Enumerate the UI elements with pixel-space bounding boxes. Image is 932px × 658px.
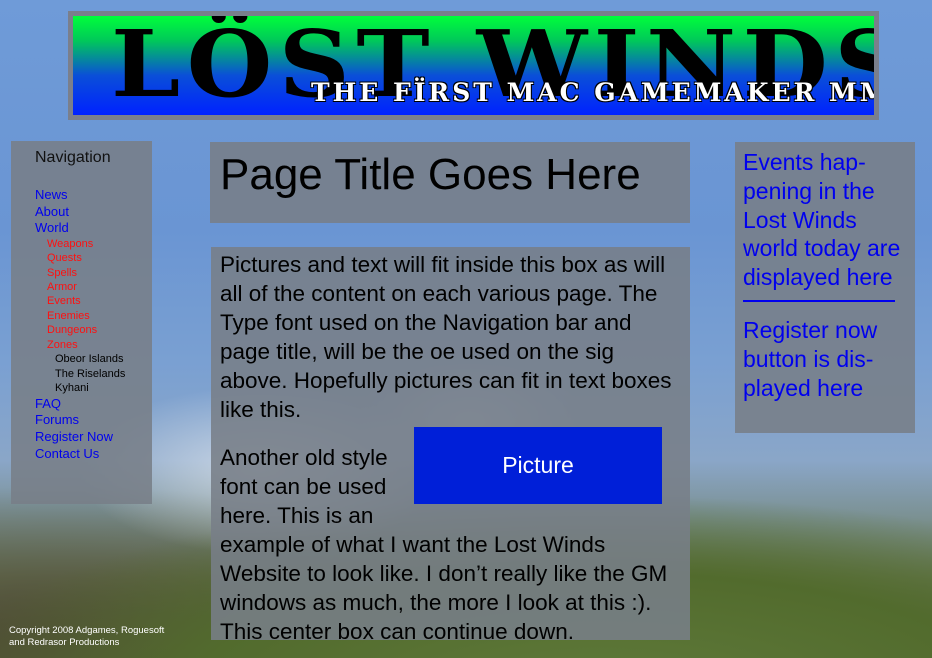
nav-link-register[interactable]: Register Now (35, 429, 152, 446)
content-box: Pictures and text will fit inside this b… (211, 247, 690, 644)
nav-sublink-quests[interactable]: Quests (35, 251, 152, 265)
page-title: Page Title Goes Here (220, 150, 641, 199)
picture-placeholder: Picture (414, 427, 662, 505)
nav-link-contact[interactable]: Contact Us (35, 446, 152, 463)
nav-sublink-armor[interactable]: Armor (35, 280, 152, 294)
events-text: Events hap-pening in the Lost Winds worl… (743, 149, 901, 291)
nav-link-news[interactable]: News (35, 187, 152, 204)
register-placeholder-text: Register now button is dis-played here (743, 316, 878, 401)
navigation-panel: Navigation News About World Weapons Ques… (11, 141, 152, 504)
nav-zone-kyhani[interactable]: Kyhani (35, 381, 152, 396)
copyright-line-2: and Redrasor Productions (9, 636, 120, 648)
page-title-box: Page Title Goes Here (210, 142, 690, 223)
nav-link-forums[interactable]: Forums (35, 412, 152, 429)
nav-link-world[interactable]: World (35, 220, 152, 237)
sidebar-divider (743, 299, 895, 302)
nav-sublink-weapons[interactable]: Weapons (35, 237, 152, 251)
nav-link-faq[interactable]: FAQ (35, 396, 152, 413)
events-sidebar: Events hap-pening in the Lost Winds worl… (735, 142, 915, 433)
content-paragraph-1: Pictures and text will fit inside this b… (220, 252, 672, 422)
picture-label: Picture (502, 452, 574, 479)
nav-sublink-zones[interactable]: Zones (35, 338, 152, 352)
nav-zone-obeor-islands[interactable]: Obeor Islands (35, 352, 152, 367)
banner-logo[interactable]: LÖST WINDS THE FÏRST MAC GAMEMAKER MMORP… (73, 16, 874, 115)
nav-sublink-dungeons[interactable]: Dungeons (35, 323, 152, 337)
site-subtitle: THE FÏRST MAC GAMEMAKER MMORPG (311, 78, 874, 107)
nav-zone-the-riselands[interactable]: The Riselands (35, 367, 152, 382)
nav-sublink-enemies[interactable]: Enemies (35, 309, 152, 323)
site-banner: LÖST WINDS THE FÏRST MAC GAMEMAKER MMORP… (68, 11, 879, 120)
nav-link-about[interactable]: About (35, 204, 152, 221)
nav-sublink-events[interactable]: Events (35, 294, 152, 308)
navigation-heading: Navigation (35, 149, 111, 166)
copyright-notice: Copyright 2008 Adgames, Roguesoft and Re… (9, 625, 164, 648)
nav-sublink-spells[interactable]: Spells (35, 266, 152, 280)
copyright-line-1: Copyright 2008 Adgames, Roguesoft (9, 625, 165, 636)
